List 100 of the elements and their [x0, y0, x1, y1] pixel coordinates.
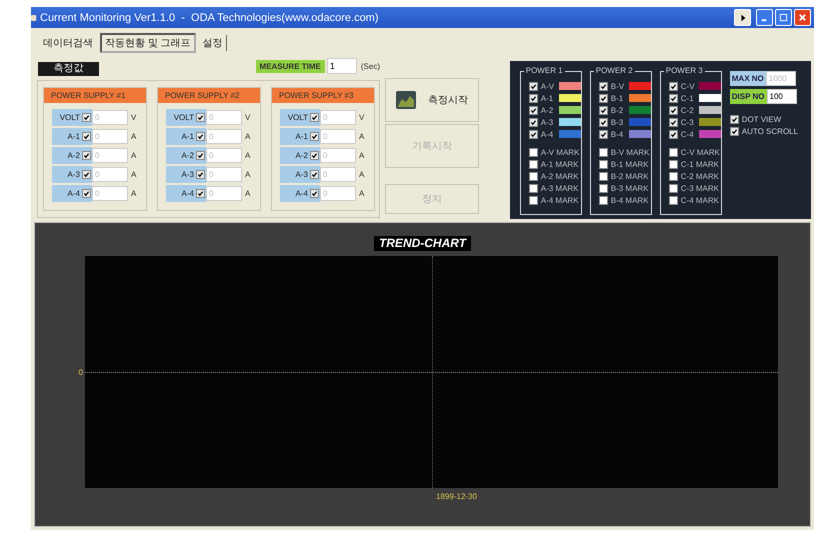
checkbox[interactable]	[598, 196, 608, 204]
checkbox[interactable]	[196, 132, 205, 140]
series-label: A-3	[540, 118, 554, 126]
mark-label: C-V MARK	[680, 148, 720, 156]
mark-label: B-4 MARK	[610, 196, 649, 204]
checkbox[interactable]	[310, 112, 319, 122]
checkbox[interactable]	[668, 160, 678, 168]
channel-name: VOLT	[60, 112, 80, 122]
checkbox[interactable]	[598, 94, 608, 102]
checkbox[interactable]	[598, 130, 608, 138]
mark-label: B-3 MARK	[610, 184, 649, 192]
checkbox[interactable]	[82, 150, 91, 160]
checkbox[interactable]	[668, 196, 678, 204]
channel-name: A-1	[182, 132, 194, 140]
checkbox[interactable]	[598, 148, 608, 156]
checkbox[interactable]	[668, 172, 678, 180]
checkbox[interactable]	[528, 106, 538, 114]
y-tick-label: 0	[78, 368, 84, 376]
checkbox[interactable]	[668, 106, 678, 114]
mark-label: A-4 MARK	[540, 196, 579, 204]
checkbox[interactable]	[82, 170, 91, 178]
checkbox[interactable]	[668, 130, 678, 138]
checkbox[interactable]	[528, 118, 538, 126]
checkbox[interactable]	[528, 148, 538, 156]
checkbox[interactable]	[82, 132, 91, 140]
mark-label: A-2 MARK	[540, 172, 579, 180]
series-label: B-3	[610, 118, 624, 126]
checkbox[interactable]	[598, 82, 608, 90]
checkbox[interactable]	[598, 118, 608, 126]
checkbox[interactable]	[730, 126, 739, 136]
checkbox[interactable]	[528, 94, 538, 102]
series-label: A-4	[540, 130, 554, 138]
checkbox[interactable]	[528, 82, 538, 90]
maximize-button[interactable]	[775, 9, 792, 26]
checkbox[interactable]	[310, 150, 319, 160]
checkbox[interactable]	[668, 148, 678, 156]
checkbox[interactable]	[668, 94, 678, 102]
checkbox[interactable]	[598, 172, 608, 180]
unit-label: (Sec)	[360, 62, 380, 70]
disp-no-label: DISP NO	[730, 89, 766, 104]
unit-label: V	[245, 112, 250, 122]
option-label: AUTO SCROLL	[742, 126, 798, 136]
checkbox[interactable]	[196, 188, 205, 198]
checkbox[interactable]	[82, 112, 91, 122]
channel-name: A-4	[182, 188, 194, 198]
play-button[interactable]	[734, 9, 751, 26]
checkbox[interactable]	[310, 188, 319, 198]
checkbox[interactable]	[82, 188, 91, 198]
unit-label: V	[131, 112, 136, 122]
channel-name: A-4	[68, 188, 80, 198]
checkbox[interactable]	[668, 118, 678, 126]
start-button[interactable]: 측정시작	[385, 78, 479, 122]
unit-label: A	[359, 150, 364, 160]
checkbox[interactable]	[730, 114, 739, 124]
measure-time-field[interactable]: 1	[326, 58, 357, 74]
checkbox[interactable]	[196, 150, 205, 160]
checkbox[interactable]	[196, 170, 205, 178]
checkbox[interactable]	[668, 82, 678, 90]
mark-label: C-4 MARK	[680, 196, 719, 204]
unit-label: A	[131, 170, 136, 178]
disp-no-field[interactable]: 100	[766, 89, 796, 104]
series-label: A-2	[540, 106, 554, 114]
checkbox[interactable]	[528, 172, 538, 180]
minimize-button[interactable]	[756, 9, 773, 26]
checkbox[interactable]	[528, 130, 538, 138]
window-title: Current Monitoring Ver1.1.0 - ODA Technologies(www.odacore.com)	[40, 12, 380, 24]
tab[interactable]: 설정	[200, 35, 227, 51]
channel-name: VOLT	[288, 112, 308, 122]
unit-label: A	[245, 170, 250, 178]
checkbox[interactable]	[528, 160, 538, 168]
checkbox[interactable]	[196, 112, 205, 122]
checkbox[interactable]	[598, 184, 608, 192]
unit-label: A	[245, 132, 250, 140]
mark-label: B-1 MARK	[610, 160, 649, 168]
series-label: C-1	[680, 94, 695, 102]
app-icon	[31, 12, 37, 22]
channel-name: A-2	[68, 150, 80, 160]
channel-name: A-1	[296, 132, 308, 140]
mark-label: B-V MARK	[610, 148, 650, 156]
mark-label: A-V MARK	[540, 148, 580, 156]
tab[interactable]: 작동현황 및 그래프	[100, 33, 196, 53]
maximize-icon	[779, 13, 788, 22]
measure-time-label: MEASURE TIME	[256, 60, 325, 72]
mark-label: A-3 MARK	[540, 184, 579, 192]
mark-label: A-1 MARK	[540, 160, 579, 168]
checkbox[interactable]	[598, 160, 608, 168]
close-button[interactable]	[794, 9, 811, 26]
checkbox[interactable]	[310, 170, 319, 178]
checkbox[interactable]	[528, 184, 538, 192]
series-label: C-V	[680, 82, 696, 90]
power-supply-title: POWER SUPPLY #1	[44, 88, 146, 103]
checkbox[interactable]	[528, 196, 538, 204]
unit-label: A	[131, 188, 136, 198]
checkbox[interactable]	[598, 106, 608, 114]
channel-name: A-3	[296, 170, 308, 178]
checkbox[interactable]	[668, 184, 678, 192]
tab[interactable]: 데이터검색	[40, 35, 96, 51]
group-title: POWER 1	[524, 66, 565, 76]
checkbox[interactable]	[310, 132, 319, 140]
max-no-label: MAX NO	[730, 71, 766, 86]
